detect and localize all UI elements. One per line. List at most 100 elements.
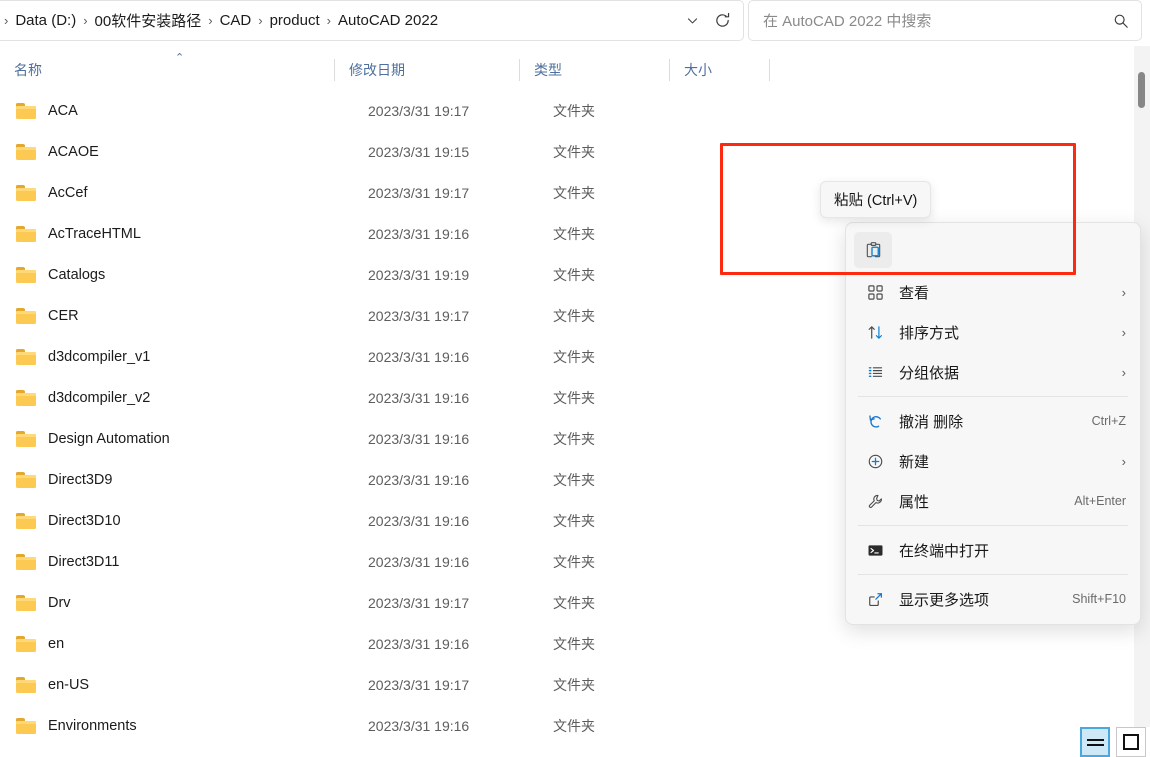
file-name-cell: Drv: [48, 595, 368, 611]
column-header-type[interactable]: 类型: [520, 52, 670, 88]
menu-item-group-by-label: 分组依据: [899, 362, 1112, 383]
file-type-cell: 文件夹: [553, 429, 703, 449]
breadcrumb-separator-icon: ›: [80, 14, 90, 27]
menu-item-show-more-options[interactable]: 显示更多选项 Shift+F10: [850, 579, 1136, 619]
folder-icon: [16, 226, 36, 242]
column-header-modified-label: 修改日期: [349, 60, 405, 80]
file-type-cell: 文件夹: [553, 716, 703, 736]
file-type-cell: 文件夹: [553, 634, 703, 654]
file-type-cell: 文件夹: [553, 675, 703, 695]
menu-item-sort-by-label: 排序方式: [899, 322, 1112, 343]
file-name-cell: d3dcompiler_v2: [48, 390, 368, 406]
menu-item-open-in-terminal[interactable]: 在终端中打开: [850, 530, 1136, 570]
file-name-cell: CER: [48, 308, 368, 324]
menu-item-undo-delete[interactable]: 撤消 删除 Ctrl+Z: [850, 401, 1136, 441]
file-name-cell: en-US: [48, 677, 368, 693]
column-header-name[interactable]: 名称 ⌃: [0, 52, 335, 88]
file-modified-cell: 2023/3/31 19:15: [368, 144, 553, 160]
menu-item-sort-by[interactable]: 排序方式 ›: [850, 312, 1136, 352]
folder-icon: [16, 349, 36, 365]
breadcrumb: › Data (D:) › 00软件安装路径 › CAD › product ›…: [1, 7, 677, 34]
file-modified-cell: 2023/3/31 19:17: [368, 185, 553, 201]
table-row[interactable]: ACA2023/3/31 19:17文件夹: [0, 90, 1135, 131]
folder-icon: [16, 185, 36, 201]
menu-separator: [858, 396, 1128, 397]
menu-item-new[interactable]: 新建 ›: [850, 441, 1136, 481]
details-view-icon: [1087, 736, 1104, 749]
large-icons-view-toggle[interactable]: [1116, 727, 1146, 757]
column-header-type-label: 类型: [534, 60, 562, 80]
refresh-icon: [714, 12, 731, 29]
file-name-cell: Direct3D9: [48, 472, 368, 488]
file-type-cell: 文件夹: [553, 593, 703, 613]
history-dropdown-button[interactable]: [677, 6, 707, 36]
breadcrumb-item-autocad-2022[interactable]: AutoCAD 2022: [334, 9, 442, 32]
folder-icon: [16, 636, 36, 652]
file-modified-cell: 2023/3/31 19:16: [368, 636, 553, 652]
file-modified-cell: 2023/3/31 19:16: [368, 513, 553, 529]
breadcrumb-separator-icon: ›: [205, 14, 215, 27]
search-box[interactable]: 在 AutoCAD 2022 中搜索: [748, 0, 1142, 41]
menu-item-properties[interactable]: 属性 Alt+Enter: [850, 481, 1136, 521]
table-row[interactable]: AcCef2023/3/31 19:17文件夹: [0, 172, 1135, 213]
column-header-modified[interactable]: 修改日期: [335, 52, 520, 88]
menu-item-group-by[interactable]: 分组依据 ›: [850, 352, 1136, 392]
file-modified-cell: 2023/3/31 19:17: [368, 308, 553, 324]
table-row[interactable]: ACAOE2023/3/31 19:15文件夹: [0, 131, 1135, 172]
folder-icon: [16, 595, 36, 611]
file-modified-cell: 2023/3/31 19:16: [368, 349, 553, 365]
search-icon: [1113, 13, 1129, 29]
search-input[interactable]: 在 AutoCAD 2022 中搜索: [763, 10, 1113, 31]
file-modified-cell: 2023/3/31 19:16: [368, 718, 553, 734]
column-header-size[interactable]: 大小: [670, 52, 770, 88]
table-row[interactable]: Environments2023/3/31 19:16文件夹: [0, 705, 1135, 746]
column-header-name-label: 名称: [14, 60, 42, 80]
file-modified-cell: 2023/3/31 19:16: [368, 472, 553, 488]
address-bar[interactable]: › Data (D:) › 00软件安装路径 › CAD › product ›…: [0, 0, 744, 41]
view-grid-icon: [862, 284, 888, 301]
file-modified-cell: 2023/3/31 19:16: [368, 431, 553, 447]
breadcrumb-item-data-d[interactable]: Data (D:): [11, 9, 80, 32]
scrollbar-thumb[interactable]: [1138, 72, 1145, 108]
folder-icon: [16, 308, 36, 324]
sort-ascending-caret-icon: ⌃: [175, 53, 184, 64]
menu-item-undo-delete-label: 撤消 删除: [899, 411, 1080, 432]
file-modified-cell: 2023/3/31 19:16: [368, 554, 553, 570]
file-type-cell: 文件夹: [553, 388, 703, 408]
clipboard-toolbar-row: [850, 228, 1136, 272]
file-name-cell: Catalogs: [48, 267, 368, 283]
menu-item-new-label: 新建: [899, 451, 1112, 472]
table-row[interactable]: en2023/3/31 19:16文件夹: [0, 623, 1135, 664]
breadcrumb-item-cad[interactable]: CAD: [216, 9, 256, 32]
menu-item-view[interactable]: 查看 ›: [850, 272, 1136, 312]
context-menu: 查看 › 排序方式 › 分组依据 ›: [845, 222, 1141, 625]
file-name-cell: AcTraceHTML: [48, 226, 368, 242]
paste-tooltip: 粘贴 (Ctrl+V): [820, 181, 931, 218]
file-name-cell: d3dcompiler_v1: [48, 349, 368, 365]
refresh-button[interactable]: [707, 6, 737, 36]
file-name-cell: ACAOE: [48, 144, 368, 160]
file-type-cell: 文件夹: [553, 224, 703, 244]
paste-button[interactable]: [854, 232, 892, 268]
column-divider[interactable]: [769, 59, 770, 81]
plus-circle-icon: [862, 453, 888, 470]
details-view-toggle[interactable]: [1080, 727, 1110, 757]
breadcrumb-item-software-path[interactable]: 00软件安装路径: [91, 7, 206, 34]
terminal-icon: [862, 542, 888, 559]
table-row[interactable]: en-US2023/3/31 19:17文件夹: [0, 664, 1135, 705]
chevron-right-icon: ›: [1122, 285, 1126, 300]
file-modified-cell: 2023/3/31 19:19: [368, 267, 553, 283]
file-name-cell: Direct3D11: [48, 554, 368, 570]
paste-icon: [864, 241, 883, 260]
file-type-cell: 文件夹: [553, 511, 703, 531]
breadcrumb-separator-icon: ›: [324, 14, 334, 27]
breadcrumb-item-product[interactable]: product: [266, 9, 324, 32]
menu-item-show-more-options-label: 显示更多选项: [899, 589, 1060, 610]
file-name-cell: AcCef: [48, 185, 368, 201]
breadcrumb-leading-chevron-icon: ›: [1, 14, 11, 27]
column-header-row: 名称 ⌃ 修改日期 类型 大小: [0, 52, 1150, 88]
menu-item-properties-label: 属性: [899, 491, 1062, 512]
file-type-cell: 文件夹: [553, 101, 703, 121]
menu-separator: [858, 525, 1128, 526]
folder-icon: [16, 554, 36, 570]
